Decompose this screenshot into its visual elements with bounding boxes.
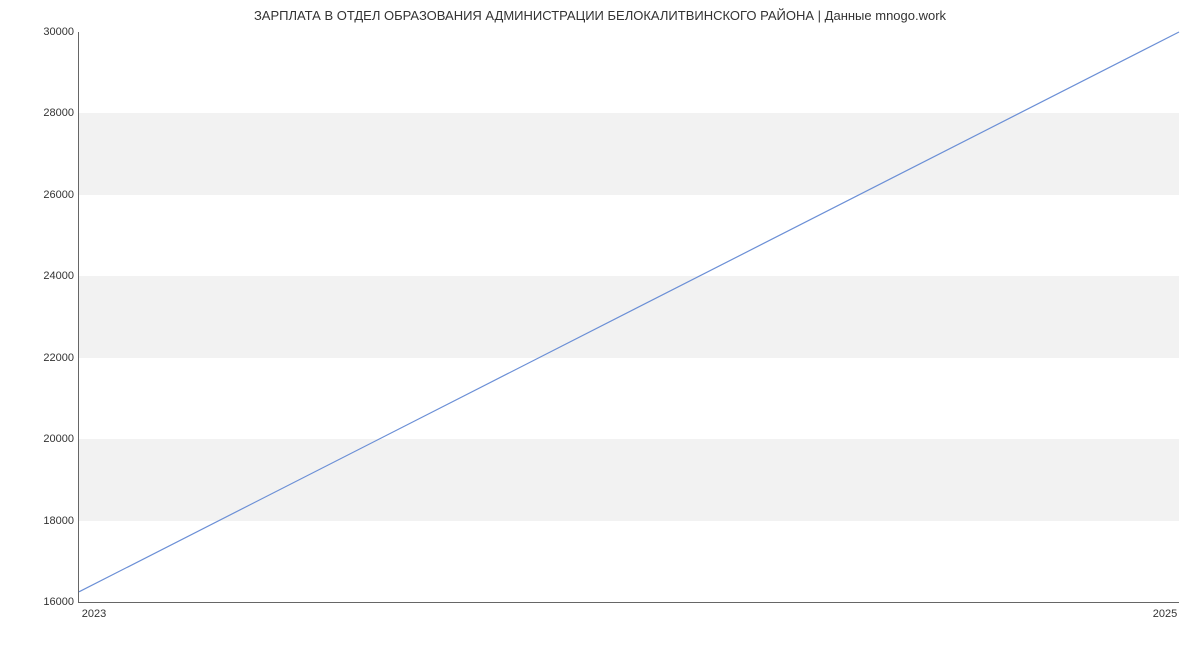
x-tick-label: 2023 xyxy=(82,608,106,620)
y-tick-label: 20000 xyxy=(43,433,74,445)
y-tick-label: 24000 xyxy=(43,270,74,282)
plot-area xyxy=(78,32,1179,603)
y-tick-label: 18000 xyxy=(43,515,74,527)
chart-title: ЗАРПЛАТА В ОТДЕЛ ОБРАЗОВАНИЯ АДМИНИСТРАЦ… xyxy=(0,0,1200,23)
y-tick-label: 26000 xyxy=(43,189,74,201)
chart-container: ЗАРПЛАТА В ОТДЕЛ ОБРАЗОВАНИЯ АДМИНИСТРАЦ… xyxy=(0,0,1200,650)
y-tick-label: 28000 xyxy=(43,107,74,119)
y-tick-label: 16000 xyxy=(43,596,74,608)
y-tick-label: 22000 xyxy=(43,352,74,364)
data-line xyxy=(79,32,1179,592)
x-tick-label: 2025 xyxy=(1153,608,1177,620)
y-tick-label: 30000 xyxy=(43,26,74,38)
line-series xyxy=(79,32,1179,602)
